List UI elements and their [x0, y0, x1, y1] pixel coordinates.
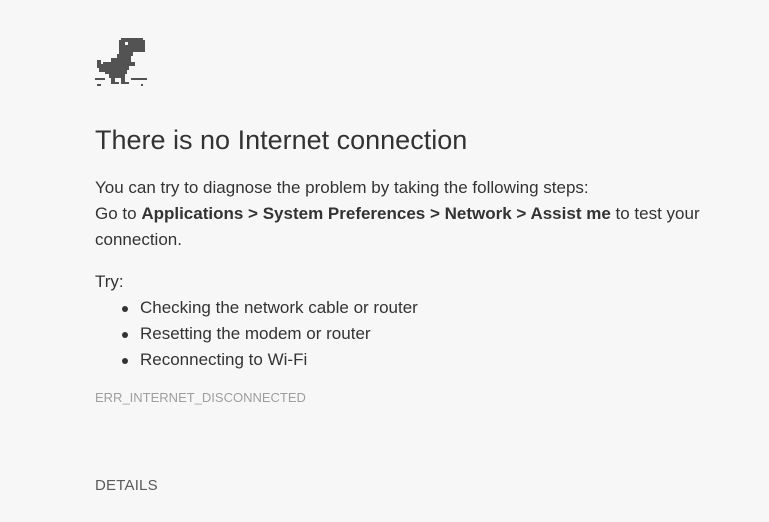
diagnose-path: Go to Applications > System Preferences …	[95, 201, 735, 253]
path-separator: >	[243, 204, 263, 223]
path-separator: >	[425, 204, 445, 223]
suggestions-list: Checking the network cable or router Res…	[95, 295, 735, 373]
diagnose-intro: You can try to diagnose the problem by t…	[95, 178, 589, 197]
suggestion-item: Checking the network cable or router	[122, 295, 735, 321]
offline-error-page: There is no Internet connection You can …	[95, 0, 745, 522]
suggestion-item: Resetting the modem or router	[122, 321, 735, 347]
path-step-system-preferences: System Preferences	[262, 204, 426, 223]
path-step-applications: Applications	[141, 204, 244, 223]
path-prefix: Go to	[95, 204, 142, 223]
diagnose-instructions: You can try to diagnose the problem by t…	[95, 175, 735, 253]
path-separator: >	[511, 204, 531, 223]
suggestions-block: Try: Checking the network cable or route…	[95, 269, 735, 373]
path-step-assist-me: Assist me	[530, 204, 611, 223]
try-label: Try:	[95, 272, 124, 291]
offline-dino-icon	[95, 38, 147, 86]
suggestion-item: Reconnecting to Wi-Fi	[122, 347, 735, 373]
details-button[interactable]: DETAILS	[95, 477, 158, 494]
path-step-network: Network	[444, 204, 512, 223]
error-code: ERR_INTERNET_DISCONNECTED	[95, 390, 306, 405]
page-title: There is no Internet connection	[95, 125, 468, 155]
